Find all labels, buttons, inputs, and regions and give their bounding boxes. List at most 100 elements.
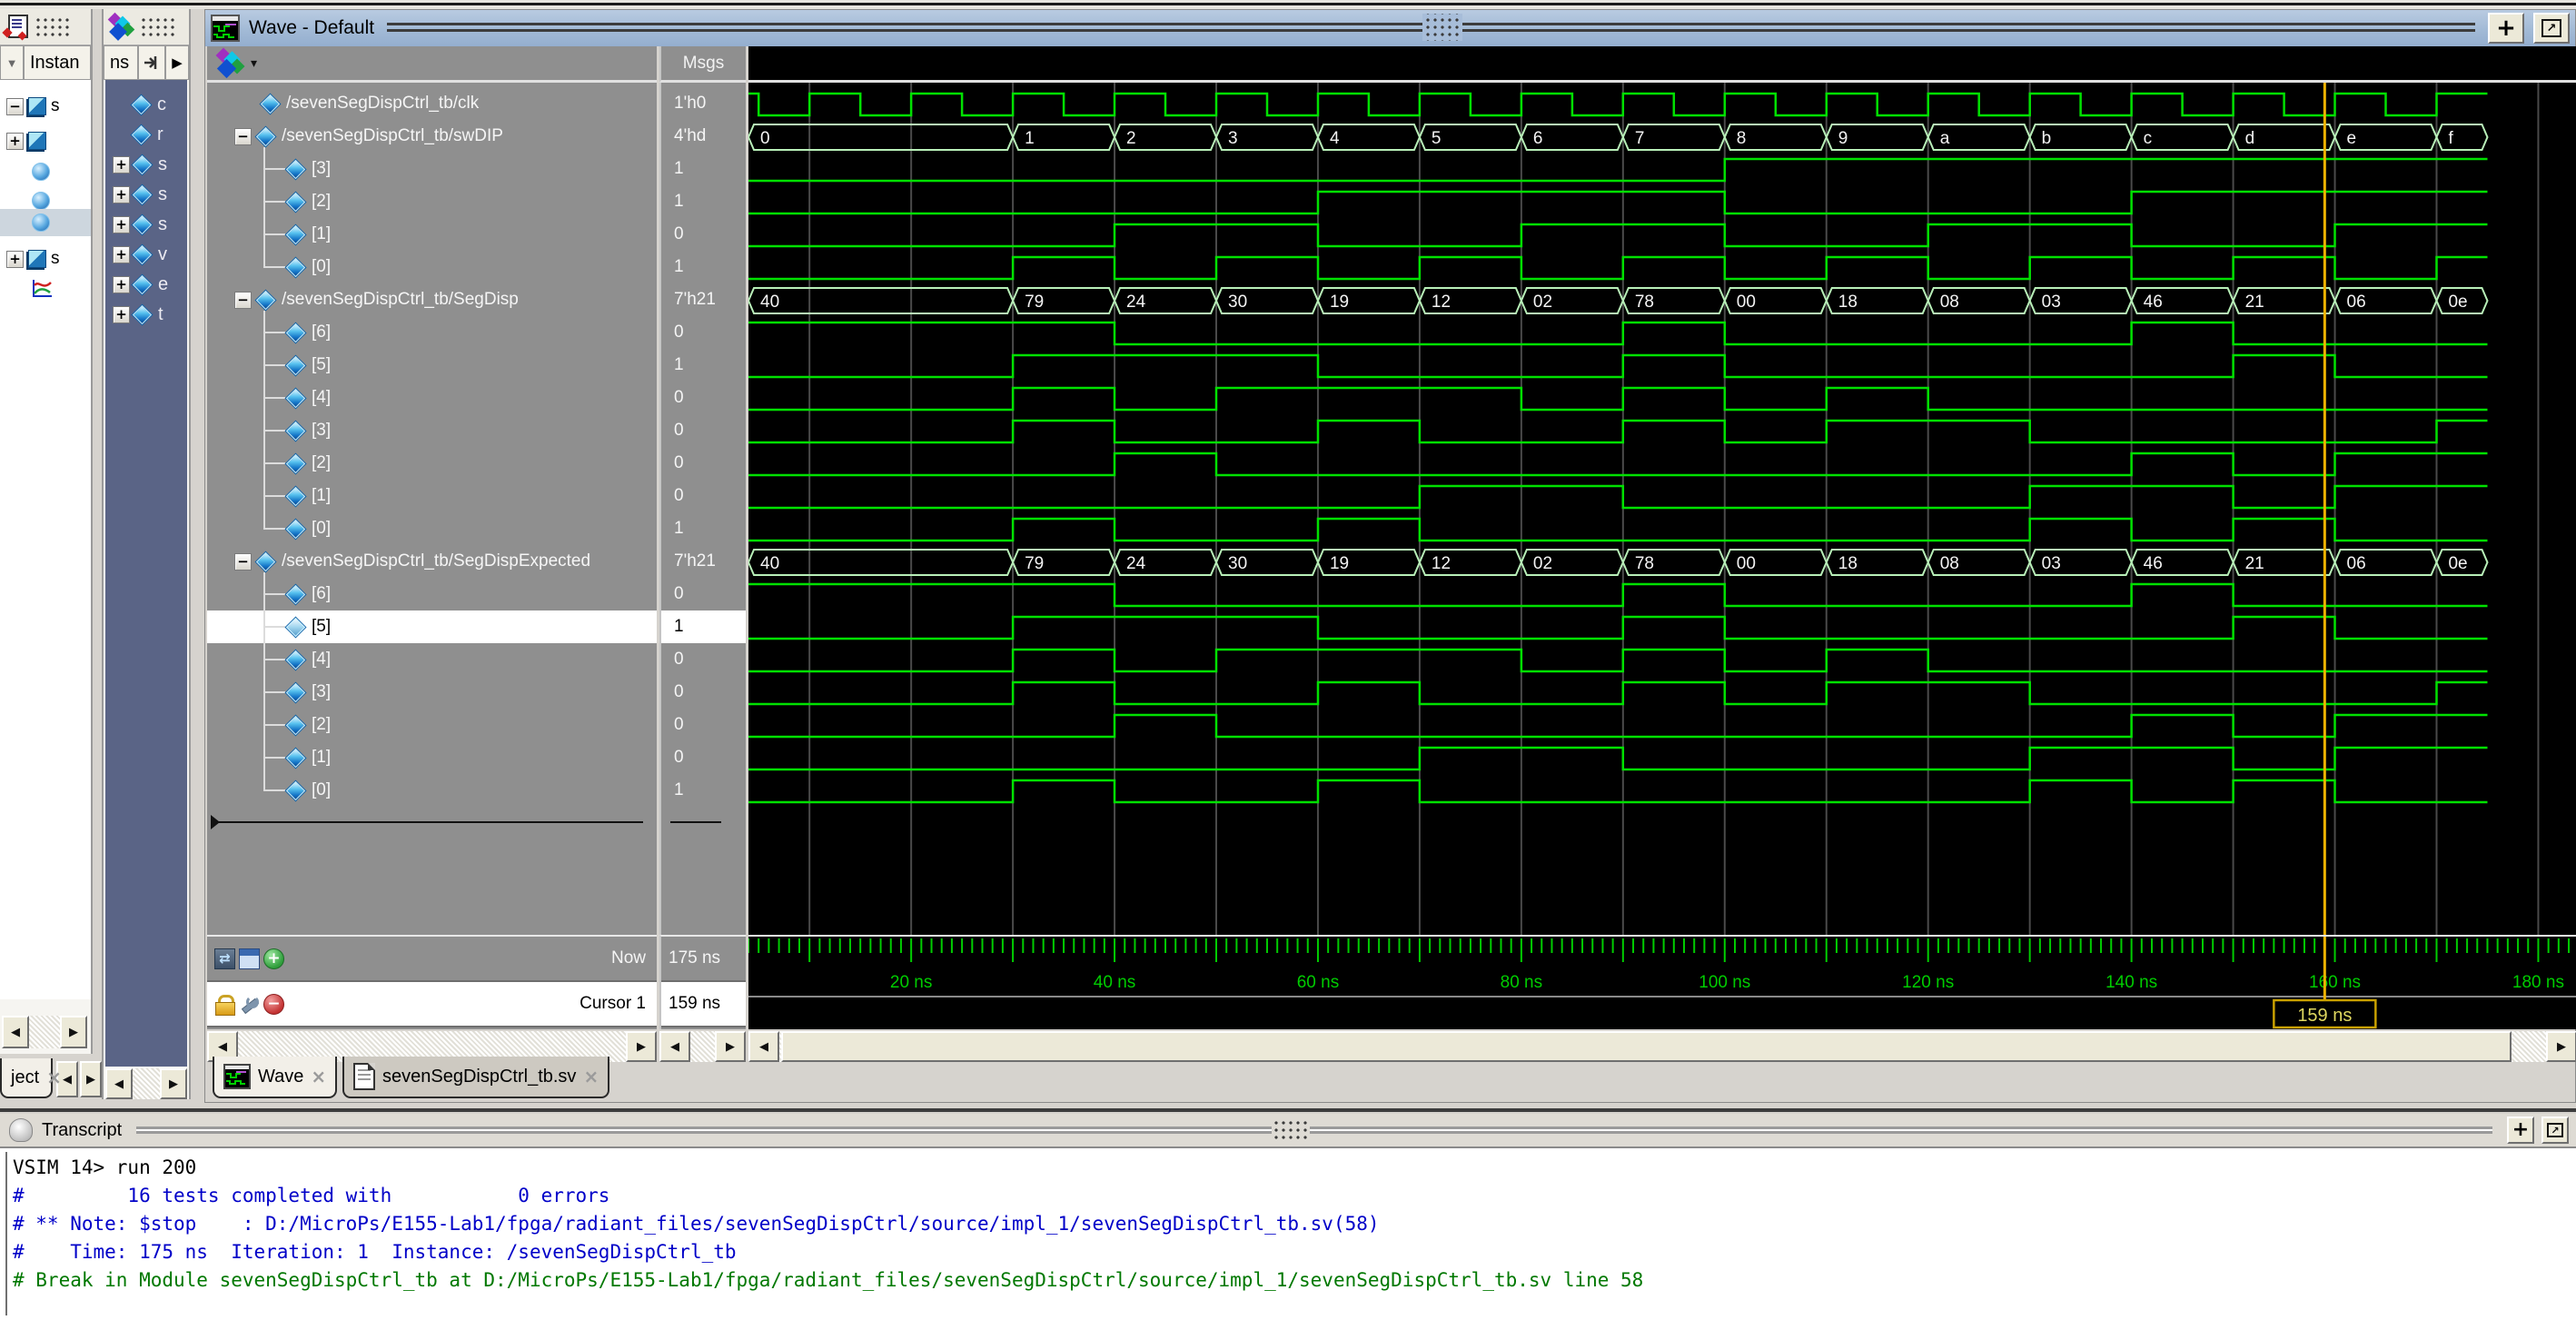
msgs-column-header[interactable]: Msgs [659, 46, 746, 83]
objects-row[interactable]: +s [105, 181, 187, 208]
bus-value-label: 03 [2042, 554, 2061, 573]
tab-scroll-right-button[interactable]: ▶ [80, 1061, 102, 1097]
bus-value-label: 12 [1432, 554, 1451, 573]
tab-sevensegdispctrl-tb-sv[interactable]: sevenSegDispCtrl_tb.sv × [342, 1057, 609, 1098]
expand-icon[interactable]: + [6, 251, 24, 268]
expand-icon[interactable]: + [113, 306, 130, 323]
signal-value: 0 [661, 480, 746, 512]
wave-signal-row[interactable]: [2] [207, 447, 657, 480]
objects-row[interactable]: +s [105, 151, 187, 178]
close-icon[interactable]: × [311, 1066, 326, 1087]
insertion-point-line[interactable] [216, 821, 643, 823]
expand-icon[interactable]: + [6, 133, 24, 150]
window-icon[interactable] [239, 948, 260, 969]
objects-row[interactable]: +s [105, 211, 187, 238]
close-icon[interactable]: × [583, 1066, 599, 1087]
wave-signal-row[interactable]: [3] [207, 676, 657, 709]
wave-signal-row[interactable]: [1] [207, 480, 657, 512]
wave-titlebar[interactable]: Wave - Default + ↗ [205, 10, 2575, 46]
maximize-transcript-button[interactable]: + [2507, 1117, 2534, 1144]
wave-signal-row[interactable]: [1] [207, 741, 657, 774]
wave-signal-row[interactable]: [6] [207, 316, 657, 349]
wave-signal-row[interactable]: [2] [207, 709, 657, 741]
objects-row[interactable]: r [105, 121, 187, 148]
close-icon[interactable]: × [46, 1067, 62, 1088]
toolbar-grip[interactable] [140, 16, 176, 38]
instance-tree-row[interactable] [0, 274, 91, 302]
wave-signal-row[interactable]: −/sevenSegDispCtrl_tb/swDIP [207, 120, 657, 153]
objects-column-header[interactable]: ns [104, 45, 138, 80]
chevron-down-icon[interactable]: ▾ [251, 55, 257, 71]
signal-name: [1] [312, 224, 331, 244]
objects-row[interactable]: +t [105, 301, 187, 328]
wave-signal-row[interactable]: [1] [207, 218, 657, 251]
bit-waveform [748, 682, 2488, 704]
objects-row[interactable]: +v [105, 241, 187, 268]
instance-tree-row[interactable]: +s [0, 245, 91, 273]
expand-icon[interactable]: + [113, 156, 130, 174]
wave-signal-row[interactable]: [4] [207, 643, 657, 676]
wave-signal-row[interactable]: −/sevenSegDispCtrl_tb/SegDispExpected [207, 545, 657, 578]
lock-cursor-icon[interactable] [214, 994, 235, 1015]
toolbar-grip[interactable] [33, 16, 73, 38]
instance-hscrollbar[interactable]: ◀ ▶ [2, 1016, 87, 1048]
objects-icon[interactable] [214, 49, 245, 78]
wave-signal-row[interactable]: [4] [207, 382, 657, 414]
wave-signal-row[interactable]: [5] [207, 349, 657, 382]
cursor-properties-icon[interactable] [239, 994, 260, 1015]
wave-signal-row[interactable]: [3] [207, 414, 657, 447]
wave-signal-row[interactable]: [0] [207, 251, 657, 283]
wave-signal-row[interactable]: /sevenSegDispCtrl_tb/clk [207, 87, 657, 120]
wave-signal-row[interactable]: [6] [207, 578, 657, 610]
transcript-ribbing [136, 1122, 2492, 1138]
transcript-log[interactable]: VSIM 14> run 200# 16 tests completed wit… [13, 1154, 2565, 1326]
wave-signal-row[interactable]: [2] [207, 185, 657, 218]
instance-tree-row[interactable]: + [0, 127, 91, 154]
wave-signal-row[interactable]: [5] [207, 610, 657, 643]
instance-tree-row[interactable] [0, 158, 91, 185]
wave-timeline-ruler[interactable]: 20 ns40 ns60 ns80 ns100 ns120 ns140 ns16… [748, 935, 2576, 1029]
wave-canvas[interactable]: 0123456789abcdef407924301912027800180803… [748, 83, 2576, 935]
titlebar-grip[interactable] [1422, 14, 1462, 41]
expand-icon[interactable]: + [113, 216, 130, 233]
wave-signal-row[interactable]: [3] [207, 153, 657, 185]
delete-cursor-icon[interactable]: − [263, 994, 284, 1015]
tab-project[interactable]: ject × [0, 1058, 53, 1098]
restore-cursor-icon[interactable]: ⇄ [214, 948, 235, 969]
undock-button[interactable]: ↗ [2533, 13, 2570, 44]
wave-signal-row[interactable]: [0] [207, 512, 657, 545]
collapse-icon[interactable]: − [6, 98, 24, 115]
add-cursor-icon[interactable]: + [263, 948, 284, 969]
transcript-grip[interactable] [1272, 1117, 1310, 1143]
objects-hscrollbar[interactable]: ◀ ▶ [105, 1068, 187, 1099]
collapse-icon[interactable]: − [234, 128, 252, 145]
expand-panel-button[interactable]: ▶ [165, 45, 189, 80]
wave-signal-row[interactable]: −/sevenSegDispCtrl_tb/SegDisp [207, 283, 657, 316]
expand-icon[interactable]: + [113, 186, 130, 203]
bus-value-label: 19 [1330, 554, 1349, 573]
expand-icon[interactable]: + [113, 246, 130, 263]
signal-diamond-icon [286, 323, 305, 342]
bus-value-label: 0 [760, 129, 770, 148]
bus-value-label: 00 [1737, 554, 1756, 573]
instance-tree-row[interactable] [0, 209, 91, 236]
goto-declaration-button[interactable] [138, 45, 165, 80]
wave-signal-row[interactable]: [0] [207, 774, 657, 807]
expand-icon[interactable]: + [113, 276, 130, 293]
zoom-full-button[interactable]: + [2488, 13, 2524, 44]
tab-wave[interactable]: Wave× [213, 1057, 337, 1098]
objects-row[interactable]: +e [105, 271, 187, 298]
instance-column-header[interactable]: Instan [24, 45, 91, 80]
instance-tree-row[interactable]: −s [0, 93, 91, 120]
signal-diamond-icon [286, 617, 305, 636]
transcript-header[interactable]: Transcript + ↗ [0, 1114, 2576, 1148]
instance-icon [28, 97, 46, 115]
signal-name: [5] [312, 617, 331, 637]
objects-row[interactable]: c [105, 91, 187, 118]
filter-button[interactable]: ▼ [0, 45, 24, 80]
undock-transcript-button[interactable]: ↗ [2541, 1117, 2569, 1144]
collapse-icon[interactable]: − [234, 553, 252, 571]
tab-label: sevenSegDispCtrl_tb.sv [382, 1067, 576, 1087]
undock-icon: ↗ [2541, 19, 2561, 37]
collapse-icon[interactable]: − [234, 292, 252, 309]
